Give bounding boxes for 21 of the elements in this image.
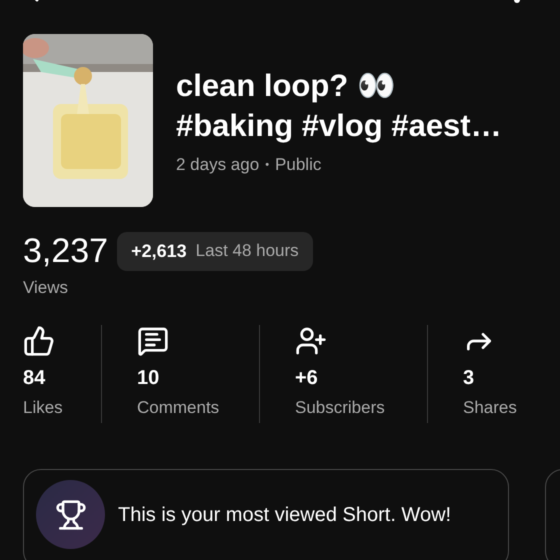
comment-icon bbox=[137, 324, 169, 356]
video-title: clean loop? 👀 #baking #vlog #aest… bbox=[176, 67, 502, 145]
stat-value: +6 bbox=[295, 366, 318, 390]
stat-label: Likes bbox=[23, 396, 63, 418]
person-add-icon bbox=[295, 324, 327, 356]
stat-label: Shares bbox=[463, 396, 517, 418]
stat-value: 84 bbox=[23, 366, 46, 390]
highlight-text: This is your most viewed Short. Wow! bbox=[118, 502, 452, 528]
visibility-label: Public bbox=[275, 154, 322, 176]
trophy-icon bbox=[54, 498, 86, 530]
views-label: Views bbox=[22, 277, 68, 299]
views-delta: +2,613 bbox=[131, 240, 187, 262]
views-count: 3,237 bbox=[23, 231, 108, 271]
stat-label: Subscribers bbox=[295, 396, 385, 418]
thumbs-up-icon bbox=[23, 324, 55, 356]
period-label: Last 48 hours bbox=[196, 240, 299, 262]
separator-dot: • bbox=[265, 158, 270, 172]
stat-value: 3 bbox=[463, 366, 474, 390]
upload-age: 2 days ago bbox=[176, 154, 260, 176]
stat-value: 10 bbox=[137, 366, 160, 390]
stat-label: Comments bbox=[137, 396, 220, 418]
